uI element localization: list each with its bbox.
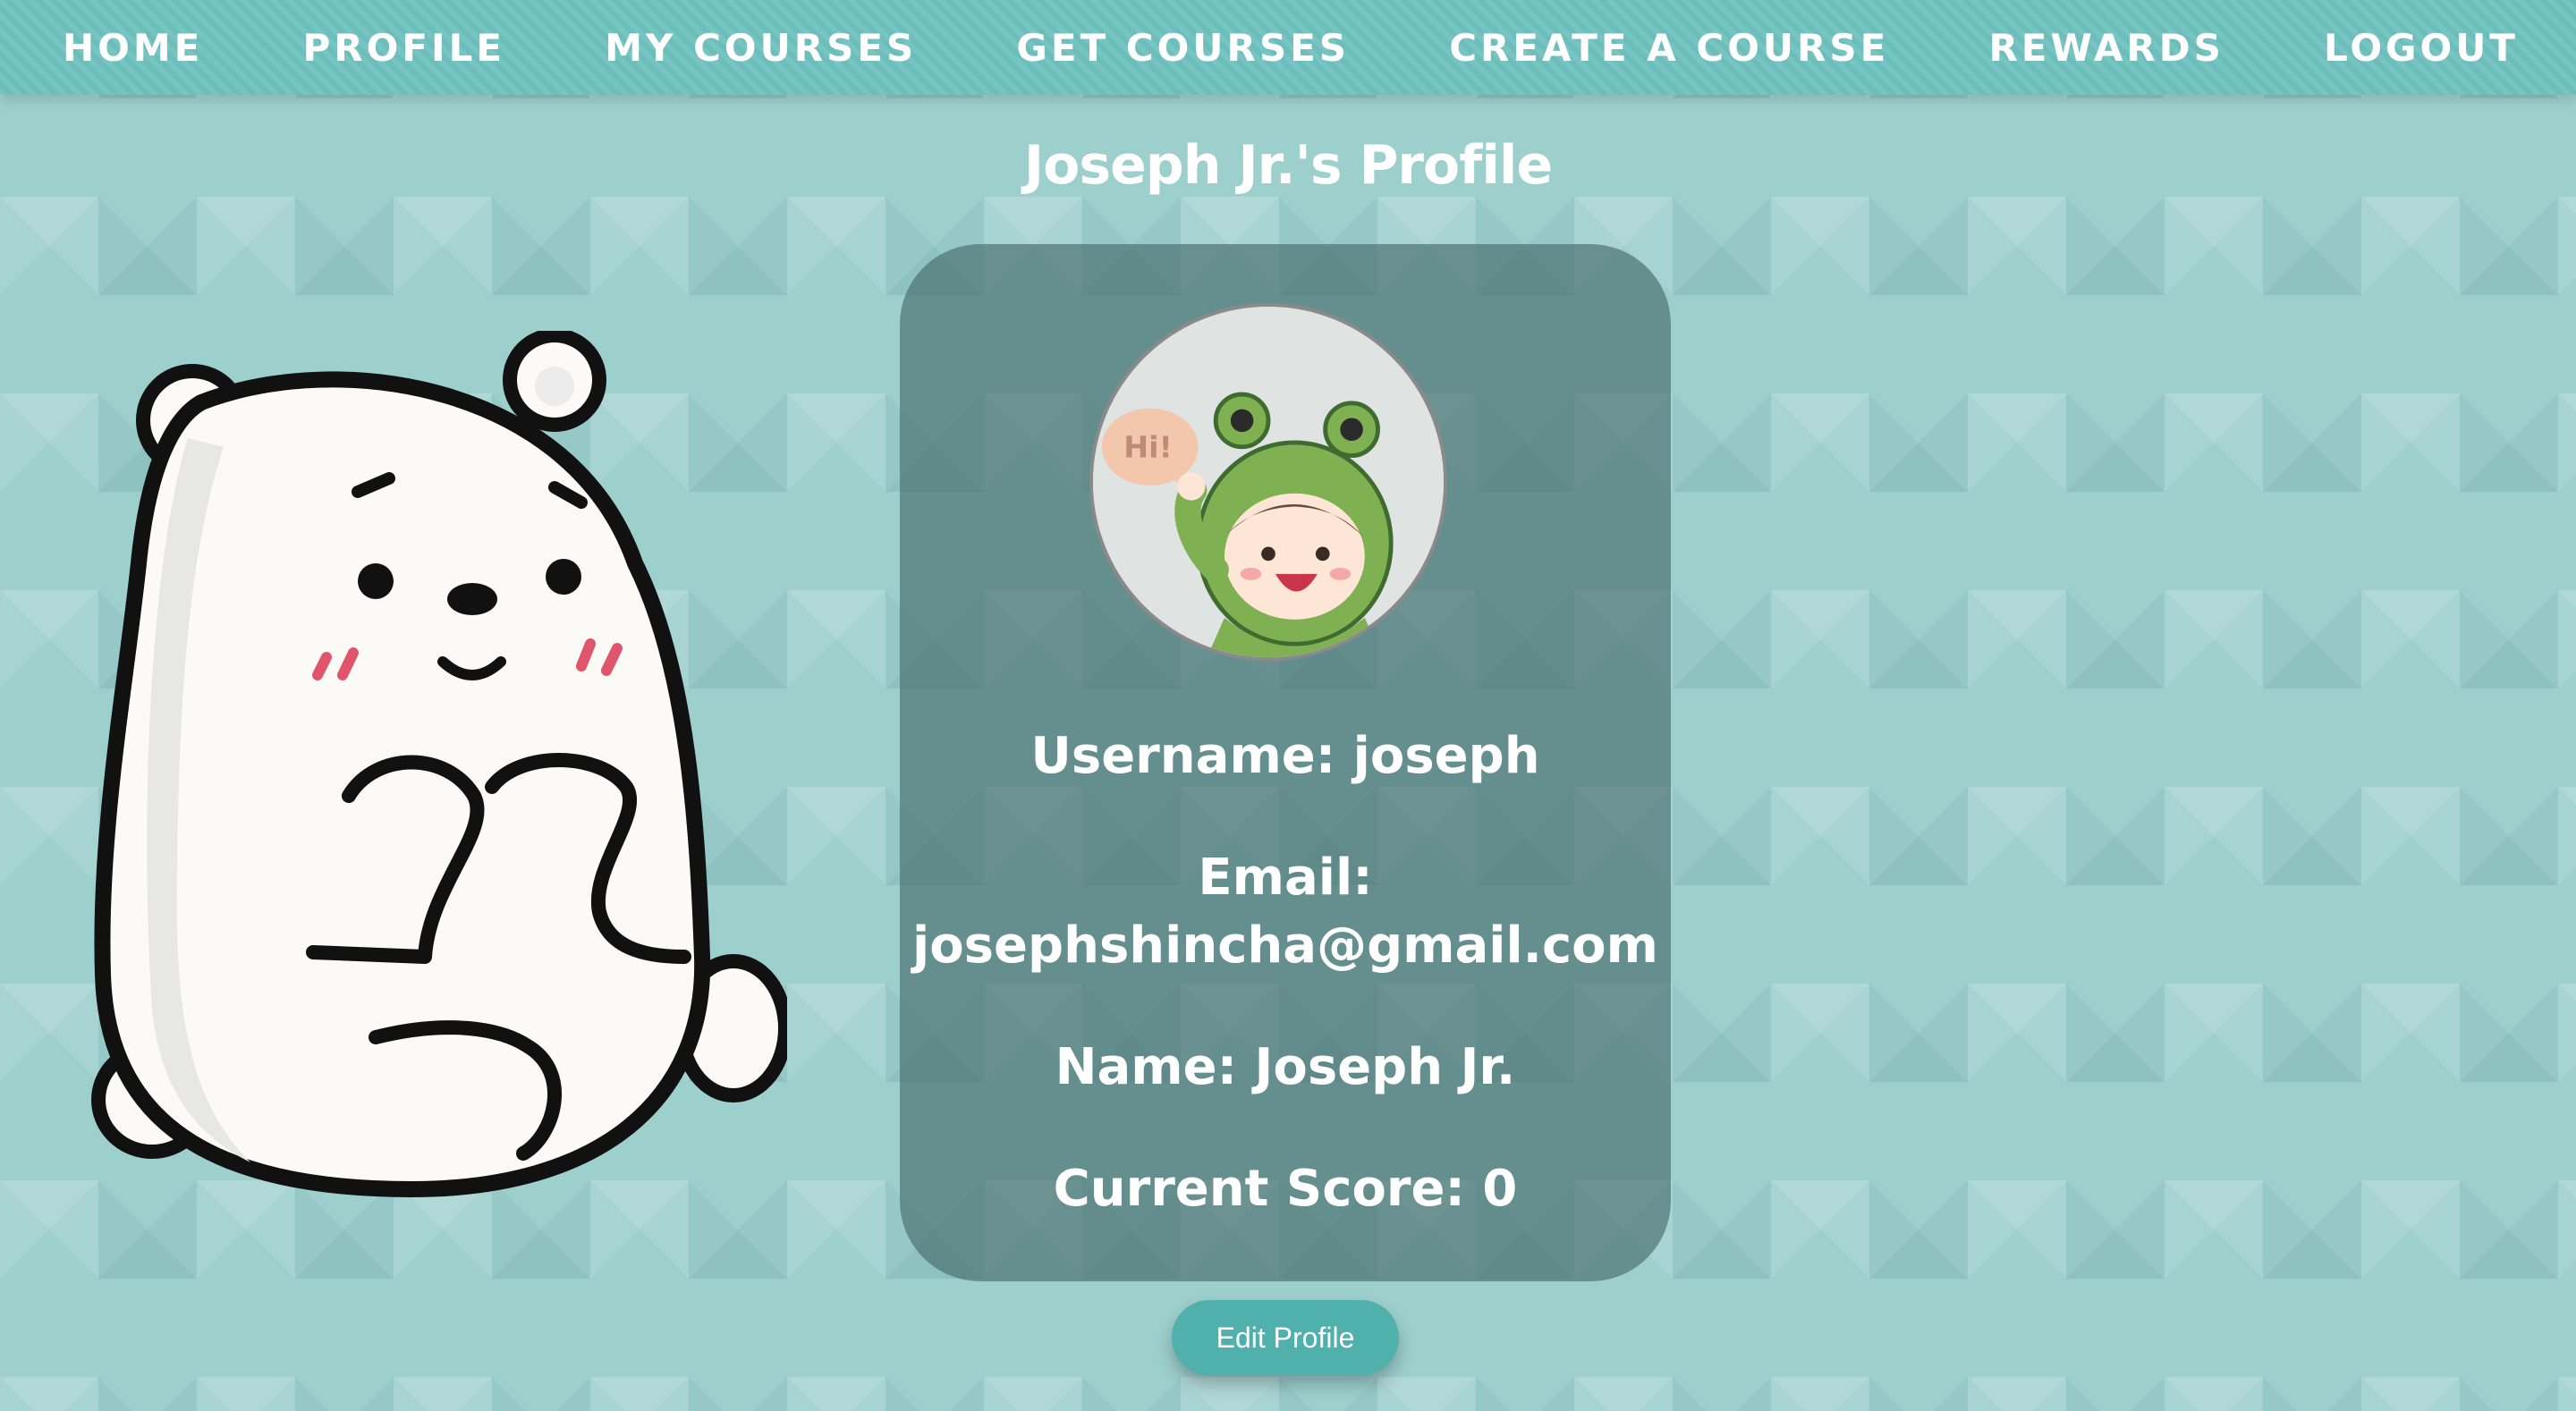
nav-home-link[interactable]: HOME [63,26,203,70]
nav-get-courses-link[interactable]: GET COURSES [1016,26,1350,70]
nav-list: HOME PROFILE MY COURSES GET COURSES CREA… [63,0,2519,95]
edit-profile-button[interactable]: Edit Profile [1172,1300,1399,1375]
frog-hood-kid-icon: Hi! [1093,307,1444,657]
name-text: Name: Joseph Jr. [1055,1038,1516,1096]
nav-my-courses-link[interactable]: MY COURSES [605,26,917,70]
avatar: Hi! [1089,303,1447,661]
nav-profile-link[interactable]: PROFILE [303,26,506,70]
nav-logout-link[interactable]: LOGOUT [2324,26,2519,70]
nav-rewards-link[interactable]: REWARDS [1988,26,2224,70]
email-label: Email: [1198,849,1373,907]
top-navbar: HOME PROFILE MY COURSES GET COURSES CREA… [0,0,2576,95]
email-value: josephshincha@gmail.com [912,917,1658,975]
score-text: Current Score: 0 [1053,1160,1518,1218]
hi-bubble-text: Hi! [1123,430,1173,465]
page-title: Joseph Jr.'s Profile [1023,134,1553,197]
username-text: Username: joseph [1030,727,1540,785]
polar-bear-illustration [91,331,787,1198]
profile-card: Hi! Username: joseph Email: josephshinch… [900,244,1671,1281]
nav-create-course-link[interactable]: CREATE A COURSE [1449,26,1889,70]
